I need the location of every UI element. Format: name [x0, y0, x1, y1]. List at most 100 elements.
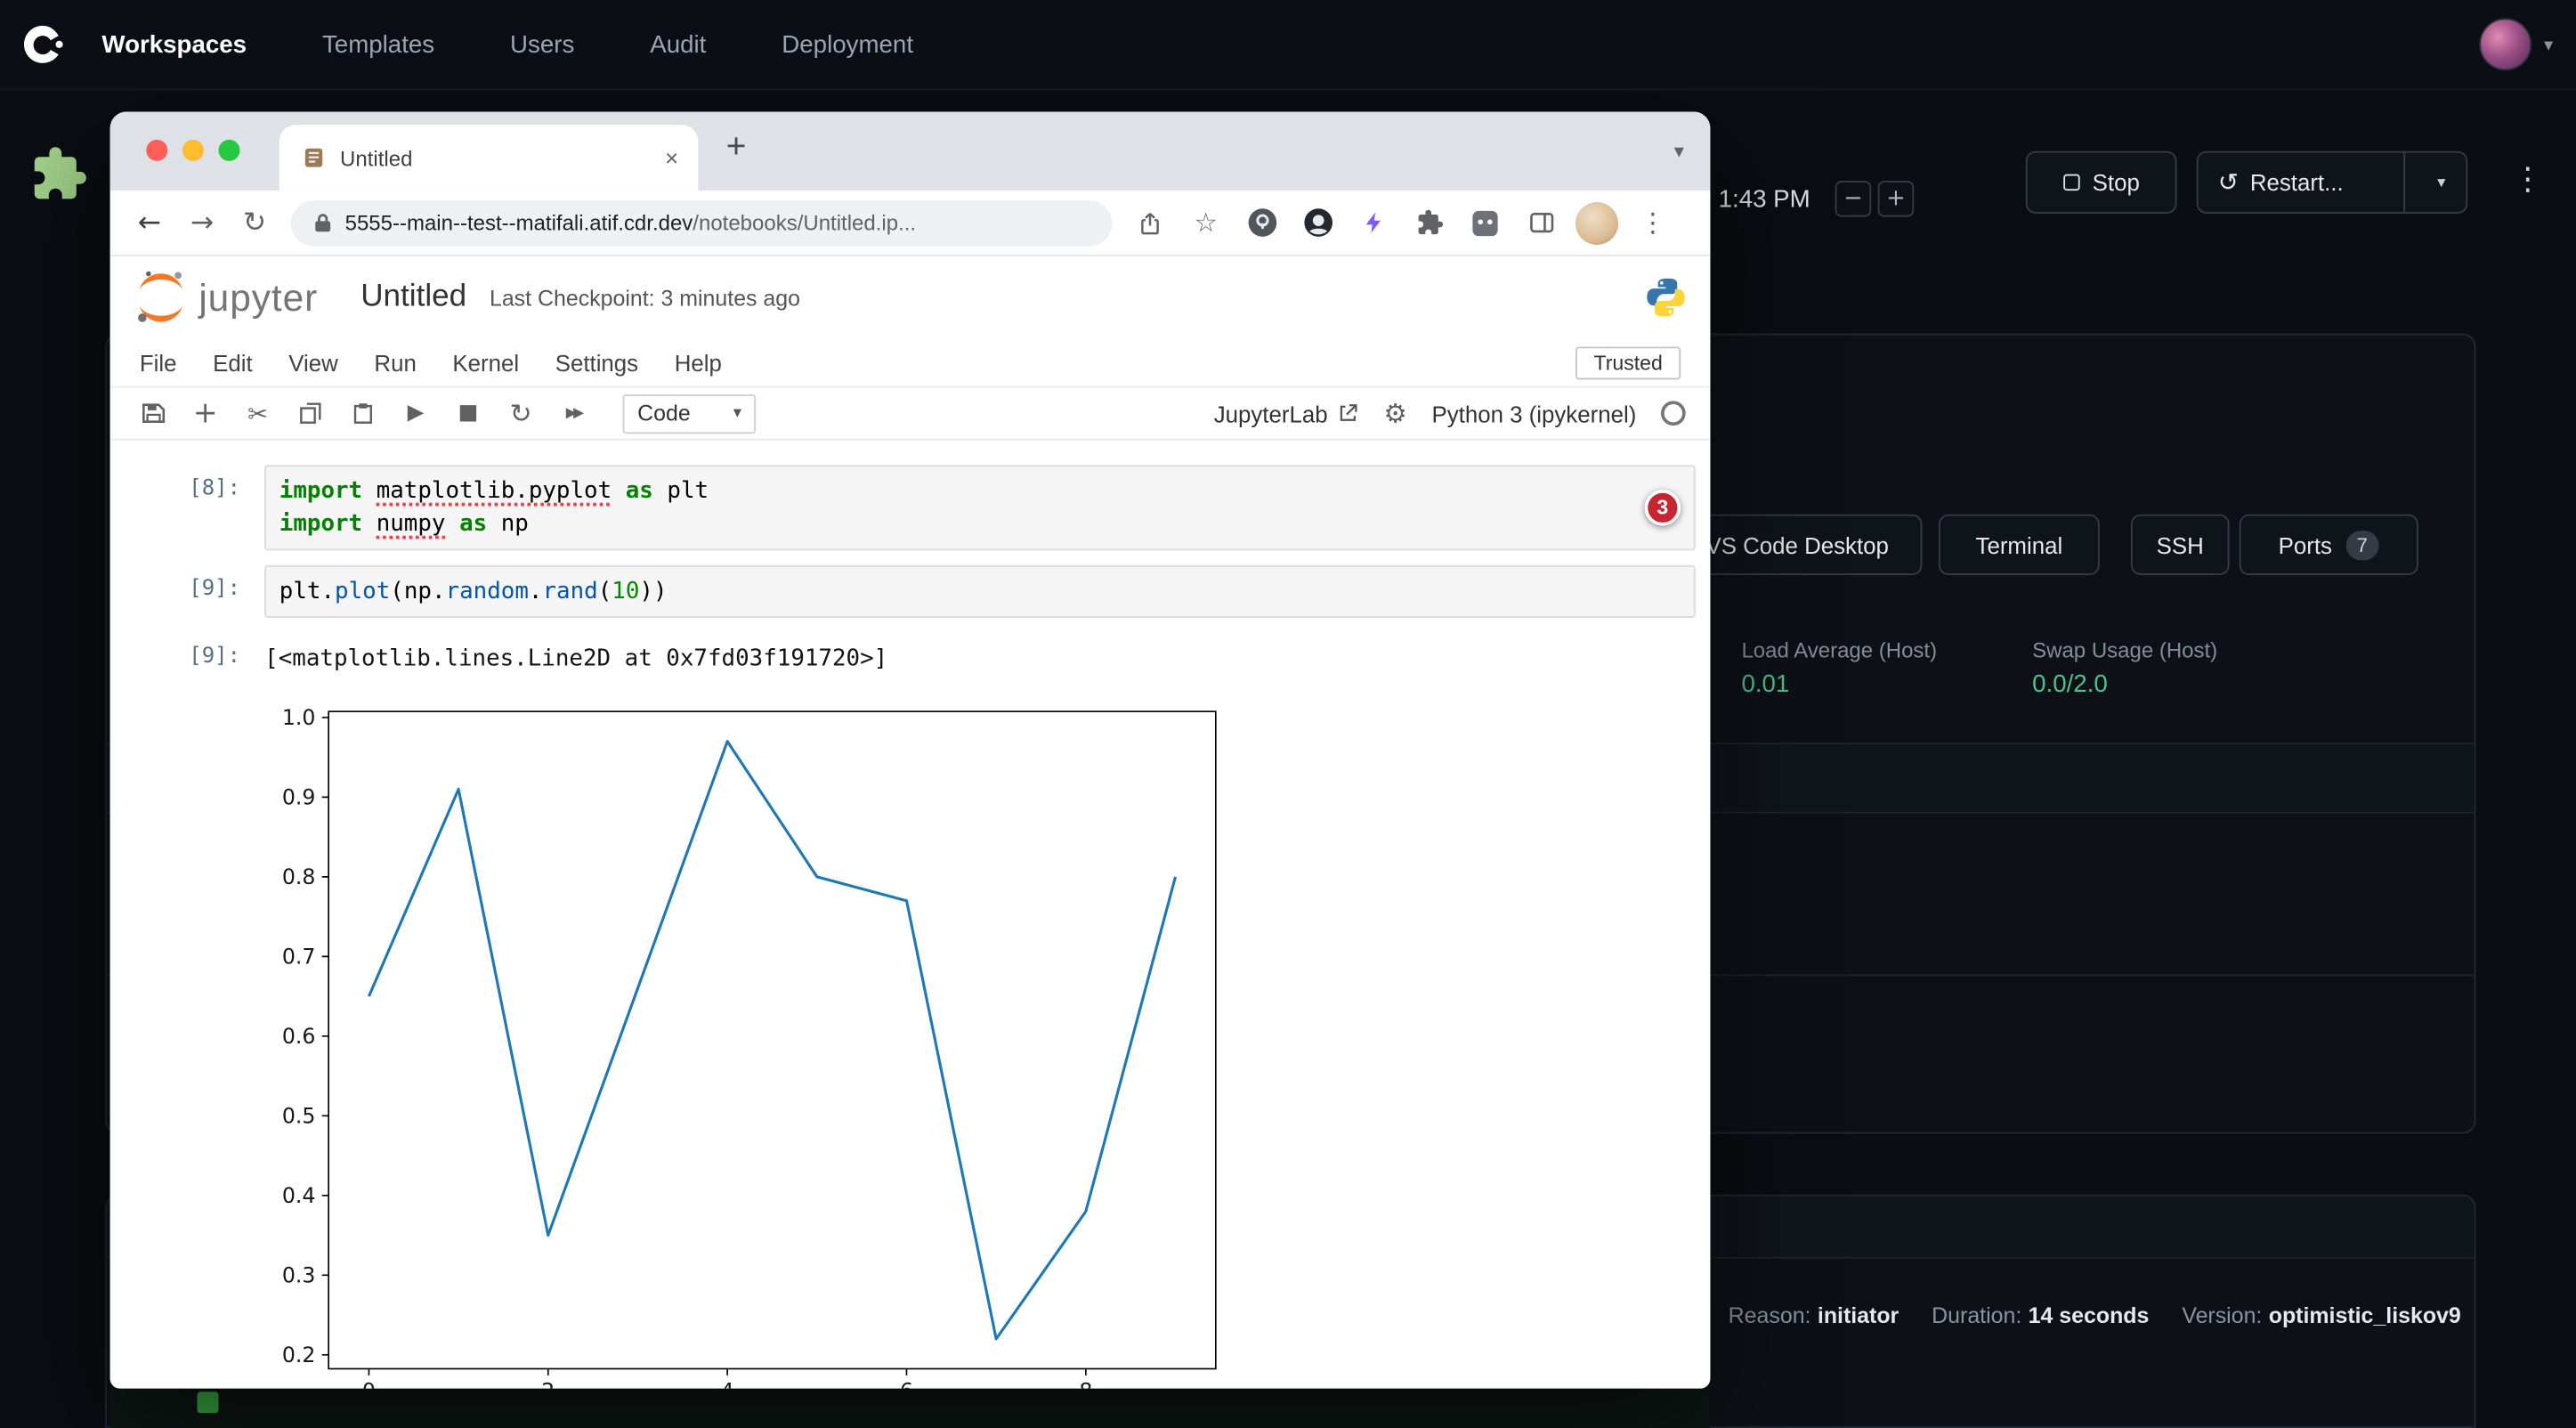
terminal-cursor-block [197, 1391, 218, 1413]
menu-kernel[interactable]: Kernel [452, 349, 519, 376]
kernel-name[interactable]: Python 3 (ipykernel) [1431, 400, 1636, 426]
code-line: import numpy as np [279, 507, 1681, 540]
coder-logo[interactable] [20, 21, 66, 68]
nav-item-workspaces[interactable]: Workspaces [101, 30, 247, 58]
menu-file[interactable]: File [140, 349, 177, 376]
add-cell-icon[interactable]: + [179, 396, 231, 431]
cell-prompt: [9]: [189, 565, 251, 618]
notebook-cell[interactable]: [9]: plt.plot(np.random.rand(10)) [110, 565, 1711, 618]
meta-value: optimistic_liskov9 [2269, 1303, 2461, 1328]
svg-text:6: 6 [900, 1379, 913, 1389]
nav-item-users[interactable]: Users [510, 30, 574, 58]
svg-text:1.0: 1.0 [282, 705, 316, 730]
meta-item: Reason:initiator [1729, 1303, 1900, 1328]
notebook-cell[interactable]: 024680.20.30.40.50.60.70.80.91.0 [110, 690, 1711, 1388]
jupyterlab-link[interactable]: JupyterLab [1214, 400, 1359, 426]
browser-menu-kebab-icon[interactable]: ⋮ [1624, 207, 1681, 239]
notebook-cell[interactable]: [8]:import matplotlib.pyplot as pltimpor… [110, 465, 1711, 550]
kernel-status-icon [1661, 401, 1686, 426]
cell-type-select[interactable]: Code ▾ [623, 394, 757, 433]
restart-run-all-icon[interactable]: ▸▸ [547, 401, 600, 426]
notebook-area[interactable]: [8]:import matplotlib.pyplot as pltimpor… [110, 441, 1711, 1389]
browser-tab[interactable]: Untitled × [279, 125, 699, 191]
jupyter-notebook-toolbar: +✂ ▶■↻▸▸ Code ▾ JupyterLab ⚙ Python 3 (ip… [110, 388, 1711, 441]
address-bar[interactable]: 5555--main--test--matifali.atif.cdr.dev/… [291, 199, 1113, 246]
restart-kernel-icon[interactable]: ↻ [495, 398, 547, 429]
app-button-label: Terminal [1976, 531, 2063, 558]
restart-button[interactable]: ↺ Restart... ▾ [2197, 151, 2468, 214]
code-cell-editor[interactable]: import matplotlib.pyplot as pltimport nu… [264, 465, 1696, 550]
menu-settings[interactable]: Settings [555, 349, 638, 376]
user-avatar[interactable] [2480, 18, 2532, 70]
tab-close-icon[interactable]: × [665, 144, 678, 171]
extension-github-icon[interactable] [1290, 207, 1346, 239]
puzzle-extension-icon[interactable] [29, 144, 88, 212]
svg-text:0.7: 0.7 [282, 945, 316, 970]
nav-item-deployment[interactable]: Deployment [782, 30, 913, 58]
nav-item-audit[interactable]: Audit [650, 30, 706, 58]
stat-value: 0.0/2.0 [2032, 670, 2217, 698]
copy-icon[interactable] [284, 401, 336, 426]
menu-run[interactable]: Run [374, 349, 416, 376]
toolbar-icon-group: +✂ ▶■↻▸▸ [126, 396, 600, 431]
ports-count-badge: 7 [2345, 530, 2379, 559]
zoom-out-button[interactable]: − [1835, 181, 1872, 217]
notebook-title[interactable]: Untitled [360, 280, 466, 316]
tab-favicon [303, 146, 326, 169]
app-button-terminal[interactable]: Terminal [1939, 515, 2100, 575]
new-tab-button[interactable]: + [726, 130, 747, 165]
sidebar-toggle-icon[interactable] [1513, 208, 1569, 236]
menu-view[interactable]: View [288, 349, 338, 376]
chevron-down-icon[interactable]: ▾ [2417, 174, 2466, 191]
trusted-button[interactable]: Trusted [1576, 346, 1681, 379]
extension-bolt-icon[interactable] [1346, 208, 1402, 236]
checkpoint-status: Last Checkpoint: 3 minutes ago [490, 285, 800, 310]
bookmark-star-icon[interactable]: ☆ [1178, 207, 1234, 239]
stat-label: Load Average (Host) [1741, 637, 1937, 662]
window-zoom-button[interactable] [218, 140, 239, 161]
stat-load-average-host-: Load Average (Host)0.01 [1741, 637, 1937, 698]
extensions-puzzle-icon[interactable] [1401, 208, 1457, 236]
nav-item-templates[interactable]: Templates [322, 30, 434, 58]
settings-gear-icon[interactable]: ⚙ [1383, 398, 1406, 429]
zoom-in-button[interactable]: + [1878, 181, 1915, 217]
interrupt-icon[interactable]: ■ [441, 401, 494, 426]
menu-edit[interactable]: Edit [213, 349, 253, 376]
cell-notification-badge[interactable]: 3 [1645, 490, 1681, 526]
code-cell-editor[interactable]: plt.plot(np.random.rand(10)) [264, 565, 1696, 618]
forward-button[interactable]: → [175, 207, 228, 239]
avatar-chevron-down-icon[interactable]: ▾ [2544, 34, 2553, 55]
window-minimize-button[interactable] [182, 140, 204, 161]
reload-button[interactable]: ↻ [229, 207, 281, 239]
jupyterlab-label: JupyterLab [1214, 400, 1328, 426]
jupyter-wordmark: jupyter [198, 275, 318, 320]
select-chevron-down-icon: ▾ [733, 404, 741, 422]
run-icon[interactable]: ▶ [389, 401, 441, 426]
meta-item: Version: optimistic_liskov9 [2182, 1303, 2460, 1328]
extension-1password-icon[interactable] [1234, 207, 1290, 239]
window-close-button[interactable] [146, 140, 167, 161]
paste-icon[interactable] [336, 401, 389, 426]
stop-button[interactable]: Stop [2026, 151, 2177, 214]
code-line: plt.plot(np.random.rand(10)) [279, 575, 1681, 608]
meta-label: Version: [2182, 1303, 2262, 1328]
extension-userscript-icon[interactable] [1457, 207, 1513, 237]
python-logo [1645, 276, 1688, 319]
url-text: 5555--main--test--matifali.atif.cdr.dev/… [345, 210, 916, 235]
cut-icon[interactable]: ✂ [231, 399, 284, 428]
profile-avatar[interactable] [1569, 201, 1625, 244]
share-icon[interactable] [1122, 209, 1179, 236]
app-button-ssh[interactable]: SSH [2131, 515, 2230, 575]
tab-search-chevron-icon[interactable]: ▾ [1674, 140, 1684, 163]
cell-output-text: [<matplotlib.lines.Line2D at 0x7fd03f191… [264, 633, 1696, 676]
code-line: import matplotlib.pyplot as plt [279, 475, 1681, 507]
save-icon[interactable] [126, 401, 179, 426]
menu-help[interactable]: Help [675, 349, 722, 376]
back-button[interactable]: ← [123, 207, 175, 239]
notebook-cell[interactable]: [9]:[<matplotlib.lines.Line2D at 0x7fd03… [110, 633, 1711, 676]
workspace-overflow-menu[interactable]: ⋮ [2512, 165, 2543, 196]
app-button-ports[interactable]: Ports 7 [2240, 515, 2418, 575]
url-domain: 5555--main--test--matifali.atif.cdr.dev [345, 210, 693, 235]
cell-type-label: Code [637, 401, 691, 426]
app-button-label: Ports [2279, 531, 2332, 558]
